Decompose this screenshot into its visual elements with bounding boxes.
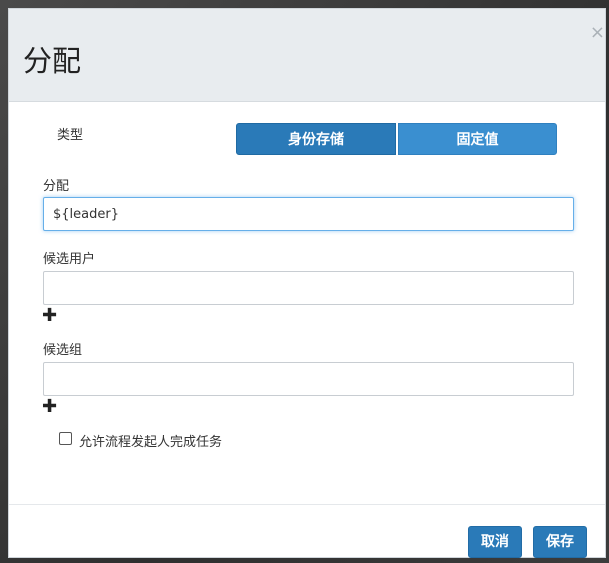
assignee-label: 分配: [43, 179, 70, 194]
dialog-title: 分配: [23, 44, 82, 78]
candidate-users-input[interactable]: [43, 271, 574, 305]
assignment-dialog: 分配 × 类型 身份存储 固定值 分配 候选用户 ✚ 候选组 ✚ 允许流程发起人…: [8, 8, 606, 558]
type-option-identity-store[interactable]: 身份存储: [236, 123, 396, 155]
candidate-groups-label: 候选组: [43, 343, 83, 358]
close-icon[interactable]: ×: [590, 23, 605, 43]
dialog-header: 分配 ×: [9, 9, 605, 102]
save-button[interactable]: 保存: [533, 526, 587, 558]
candidate-users-label: 候选用户: [43, 252, 96, 267]
add-candidate-group-plus-icon[interactable]: ✚: [42, 398, 57, 416]
assignee-input[interactable]: [43, 197, 574, 231]
add-candidate-user-plus-icon[interactable]: ✚: [42, 307, 57, 325]
candidate-groups-input[interactable]: [43, 362, 574, 396]
type-label: 类型: [57, 128, 84, 143]
initiator-can-complete-label: 允许流程发起人完成任务: [79, 435, 223, 450]
checkbox-icon[interactable]: [59, 432, 72, 445]
dialog-footer: 取消 保存: [9, 504, 605, 558]
cancel-button[interactable]: 取消: [468, 526, 522, 558]
type-option-fixed-value[interactable]: 固定值: [398, 123, 557, 155]
